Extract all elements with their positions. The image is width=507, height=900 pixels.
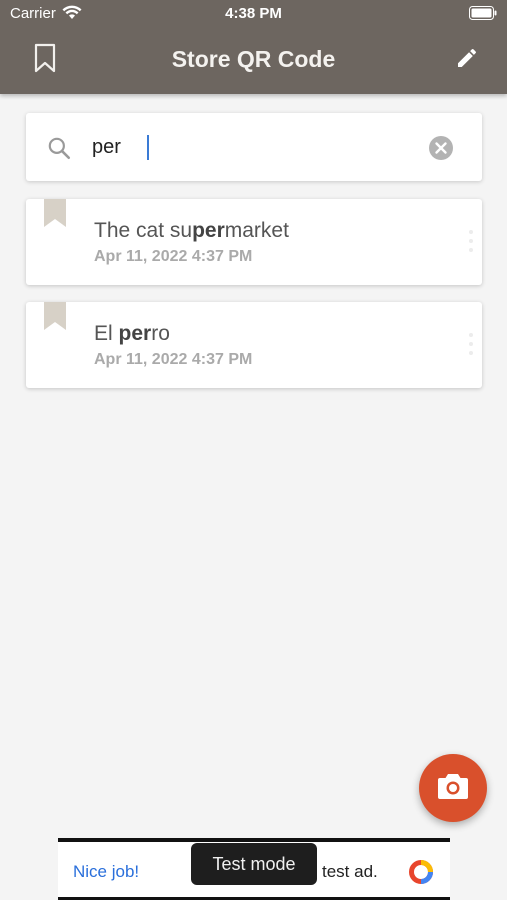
ad-headline: Nice job! — [73, 862, 140, 881]
edit-button[interactable] — [451, 44, 483, 76]
page-title: Store QR Code — [171, 46, 336, 72]
search-input[interactable] — [92, 129, 412, 165]
clear-circle-icon[interactable] — [428, 135, 454, 161]
match-highlight: per — [118, 322, 152, 345]
result-date: Apr 11, 2022 4:37 PM — [94, 248, 253, 265]
status-bar: Carrier 4:38 PM — [0, 0, 507, 28]
search-icon — [46, 135, 72, 166]
battery-icon — [469, 6, 497, 24]
result-title: The cat supermarket — [94, 219, 289, 242]
bookmark-ribbon-icon — [44, 199, 66, 232]
more-vert-icon[interactable] — [468, 229, 474, 258]
header: Carrier 4:38 PM Store QR Code — [0, 0, 507, 94]
match-highlight: per — [192, 219, 225, 242]
bookmark-ribbon-icon — [44, 302, 66, 335]
text-caret — [147, 135, 149, 160]
pencil-edit-icon — [455, 46, 479, 75]
list-item[interactable]: The cat supermarket Apr 11, 2022 4:37 PM — [26, 199, 482, 285]
ad-network-logo-icon — [408, 859, 434, 890]
result-date: Apr 11, 2022 4:37 PM — [94, 351, 253, 368]
app-bar: Store QR Code — [0, 28, 507, 94]
camera-icon — [437, 772, 469, 805]
more-vert-icon[interactable] — [468, 332, 474, 361]
test-mode-toast: Test mode — [191, 843, 317, 885]
scan-fab-button[interactable] — [419, 754, 487, 822]
list-item[interactable]: El perro Apr 11, 2022 4:37 PM — [26, 302, 482, 388]
ad-caption: test ad. — [322, 862, 378, 881]
search-bar — [26, 113, 482, 181]
result-title: El perro — [94, 322, 170, 345]
status-time: 4:38 PM — [225, 5, 282, 22]
